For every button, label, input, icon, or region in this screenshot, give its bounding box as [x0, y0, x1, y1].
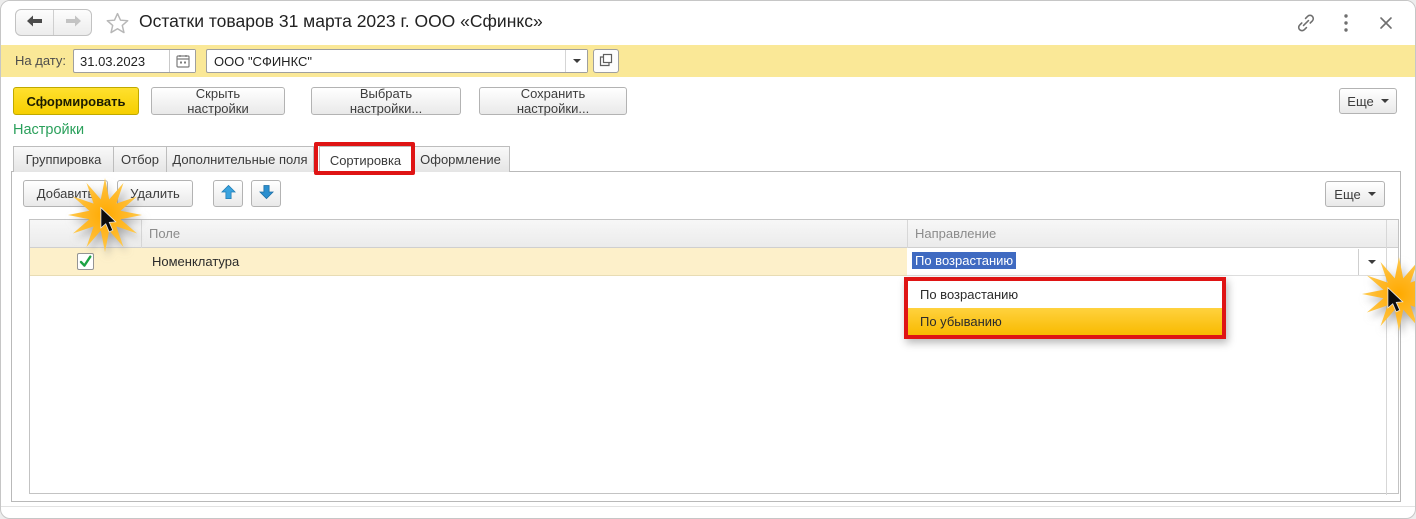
more-button-top[interactable]: Еще: [1339, 88, 1397, 114]
row-checkbox[interactable]: [77, 253, 94, 270]
hide-settings-label: Скрыть настройки: [187, 86, 249, 116]
calendar-icon[interactable]: [169, 50, 195, 72]
generate-label: Сформировать: [26, 93, 126, 109]
tab-label: Группировка: [25, 152, 102, 167]
organization-input[interactable]: [207, 50, 565, 72]
tab-appearance[interactable]: Оформление: [411, 146, 510, 172]
column-header-direction: Направление: [915, 226, 997, 241]
blue-arrow-down-icon: [258, 184, 274, 203]
select-settings-label: Выбрать настройки...: [349, 86, 423, 116]
add-label: Добавить: [36, 186, 95, 201]
nav-button-group: [15, 9, 92, 36]
tab-label: Отбор: [121, 152, 159, 167]
delete-label: Удалить: [130, 186, 180, 201]
move-up-button[interactable]: [213, 180, 243, 207]
date-label: На дату:: [15, 53, 66, 68]
select-settings-button[interactable]: Выбрать настройки...: [311, 86, 461, 116]
tab-label: Дополнительные поля: [172, 152, 308, 167]
tab-additional-fields[interactable]: Дополнительные поля: [166, 146, 314, 172]
tab-label: Сортировка: [329, 152, 402, 168]
back-button[interactable]: [16, 10, 54, 35]
tab-filter[interactable]: Отбор: [113, 146, 167, 172]
more-label: Еще: [1347, 93, 1374, 109]
blue-arrow-up-icon: [220, 184, 236, 203]
sorting-table: Поле Направление Номенклатура По возраст…: [29, 219, 1399, 495]
organization-dropdown-arrow-icon[interactable]: [565, 50, 587, 72]
dropdown-option-descending[interactable]: По убыванию: [908, 308, 1222, 335]
row-field-value: Номенклатура: [152, 254, 240, 269]
date-input[interactable]: [74, 50, 169, 72]
window-more-icon[interactable]: [1333, 10, 1359, 36]
hide-settings-button[interactable]: Скрыть настройки: [151, 86, 285, 116]
arrow-right-icon: [65, 15, 81, 30]
forward-button[interactable]: [54, 10, 91, 35]
close-icon[interactable]: [1373, 10, 1399, 36]
link-icon[interactable]: [1293, 10, 1319, 36]
direction-value-selected-text: По возрастанию: [912, 252, 1017, 269]
move-down-button[interactable]: [251, 180, 281, 207]
table-row[interactable]: Номенклатура По возрастанию: [30, 248, 1398, 276]
column-header-field: Поле: [149, 226, 181, 241]
dropdown-option-ascending[interactable]: По возрастанию: [908, 281, 1222, 308]
direction-dropdown-arrow-icon[interactable]: [1358, 249, 1385, 275]
save-settings-label: Сохранить настройки...: [516, 86, 590, 116]
report-window: Остатки товаров 31 марта 2023 г. ООО «Сф…: [0, 0, 1416, 519]
triangle-down-icon: [1367, 192, 1376, 196]
triangle-down-icon: [1380, 99, 1389, 103]
direction-edit-cell[interactable]: По возрастанию: [907, 248, 1386, 276]
more-button-panel[interactable]: Еще: [1325, 181, 1385, 207]
delete-button[interactable]: Удалить: [117, 180, 193, 207]
overlapping-squares-icon: [599, 53, 613, 70]
generate-button[interactable]: Сформировать: [13, 87, 139, 115]
more-label: Еще: [1334, 186, 1361, 202]
save-settings-button[interactable]: Сохранить настройки...: [479, 86, 627, 116]
add-button[interactable]: Добавить: [23, 180, 108, 207]
favorite-star-icon[interactable]: [103, 9, 131, 37]
filter-bar: На дату:: [1, 45, 1415, 77]
tab-grouping[interactable]: Группировка: [13, 146, 114, 172]
settings-section-title: Настройки: [13, 122, 85, 138]
tab-sorting[interactable]: Сортировка: [319, 146, 412, 173]
date-control: [73, 49, 196, 73]
column-divider: [141, 220, 142, 248]
direction-dropdown-list: По возрастанию По убыванию: [904, 277, 1226, 339]
green-checkmark-icon: [78, 255, 93, 273]
page-title: Остатки товаров 31 марта 2023 г. ООО «Сф…: [139, 11, 543, 31]
tab-label: Оформление: [420, 152, 501, 167]
titlebar: Остатки товаров 31 марта 2023 г. ООО «Сф…: [1, 1, 1415, 45]
organization-control: [206, 49, 588, 73]
arrow-left-icon: [26, 15, 43, 30]
table-header-row: Поле Направление: [30, 220, 1398, 248]
column-divider: [907, 220, 908, 248]
bottom-divider: [1, 506, 1415, 507]
organization-open-button[interactable]: [593, 49, 619, 73]
